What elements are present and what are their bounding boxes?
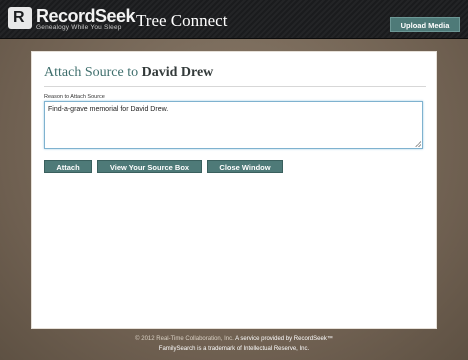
app-title: Tree Connect bbox=[136, 11, 228, 30]
top-bar: R RecordSeek Genealogy While You Sleep T… bbox=[0, 0, 468, 39]
person-name: David Drew bbox=[141, 65, 214, 80]
page-title: Attach Source to David Drew bbox=[44, 65, 213, 81]
copyright-text: © 2012 Real-Time Collaboration, Inc. bbox=[135, 336, 234, 342]
footer-line-1: © 2012 Real-Time Collaboration, Inc. A s… bbox=[0, 334, 468, 344]
logo-mark-icon: R bbox=[8, 7, 32, 29]
resize-grip-icon[interactable] bbox=[415, 141, 421, 147]
logo-initial: R bbox=[13, 9, 25, 26]
title-prefix: Attach Source to bbox=[44, 65, 139, 80]
attach-source-panel: Attach Source to David Drew Reason to At… bbox=[31, 51, 437, 329]
recordseek-logo[interactable]: R RecordSeek Genealogy While You Sleep bbox=[8, 6, 136, 33]
logo-tagline: Genealogy While You Sleep bbox=[36, 24, 122, 31]
view-source-box-button[interactable]: View Your Source Box bbox=[97, 160, 202, 173]
close-window-button[interactable]: Close Window bbox=[207, 160, 283, 173]
recordseek-link[interactable]: RecordSeek™ bbox=[294, 336, 333, 342]
footer: © 2012 Real-Time Collaboration, Inc. A s… bbox=[0, 334, 468, 354]
title-divider bbox=[44, 86, 426, 87]
attach-button[interactable]: Attach bbox=[44, 160, 92, 173]
reason-text: Find-a-grave memorial for David Drew. bbox=[48, 106, 169, 113]
reason-label: Reason to Attach Source bbox=[44, 94, 105, 100]
service-prefix: A service provided by bbox=[235, 336, 293, 342]
upload-media-button[interactable]: Upload Media bbox=[390, 17, 460, 32]
logo-text: RecordSeek bbox=[36, 6, 136, 26]
trademark-text: FamilySearch is a trademark of Intellect… bbox=[158, 346, 310, 352]
reason-textarea[interactable]: Find-a-grave memorial for David Drew. bbox=[44, 101, 423, 149]
